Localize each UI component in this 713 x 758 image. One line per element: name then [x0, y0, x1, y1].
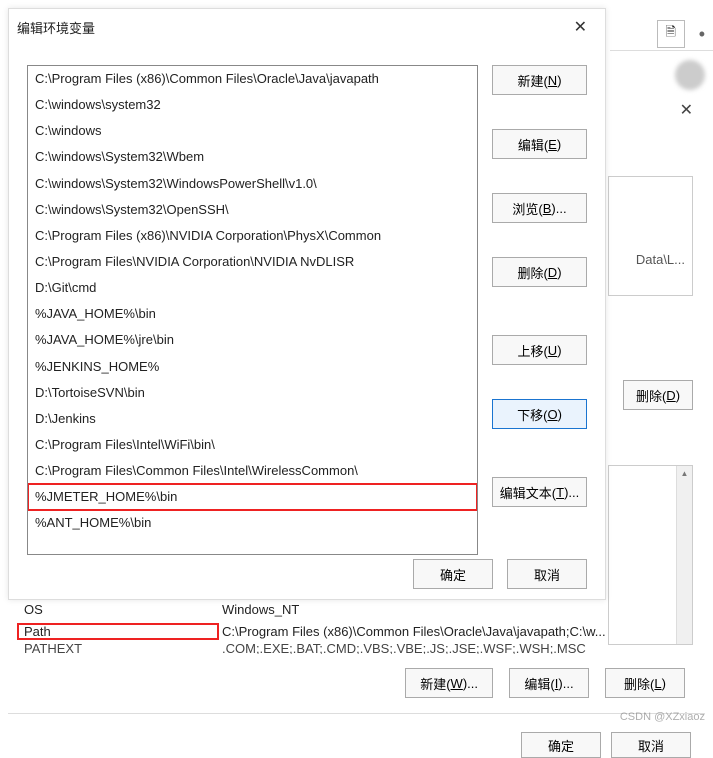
document-icon[interactable]: 🗎	[657, 20, 685, 48]
path-entry[interactable]: C:\windows\System32\Wbem	[28, 144, 477, 170]
edit-i-button[interactable]: 编辑(I)...	[509, 668, 589, 698]
var-value: .COM;.EXE;.BAT;.CMD;.VBS;.VBE;.JS;.JSE;.…	[218, 642, 691, 654]
bg-text-snippet: Data\L...	[636, 252, 685, 267]
bottom-button-row: 确定 取消	[521, 732, 691, 758]
side-buttons: 新建(N) 编辑(E) 浏览(B)... 删除(D) 上移(U) 下移(O) 编…	[492, 65, 587, 555]
bottom-divider	[8, 713, 705, 714]
delete-l-button[interactable]: 删除(L)	[605, 668, 685, 698]
bg-delete-d-button[interactable]: 删除(D)	[623, 380, 693, 410]
table-row[interactable]: PathC:\Program Files (x86)\Common Files\…	[18, 620, 691, 642]
ok-button[interactable]: 确定	[413, 559, 493, 589]
close-icon[interactable]: ✕	[568, 17, 593, 37]
scroll-up-icon[interactable]: ▲	[677, 466, 692, 482]
var-name: PATHEXT	[18, 642, 218, 654]
path-entry[interactable]: %JENKINS_HOME%	[28, 354, 477, 380]
bg-listbox-1	[608, 176, 693, 296]
dialog-title: 编辑环境变量	[17, 18, 95, 37]
path-entry[interactable]: C:\windows\System32\WindowsPowerShell\v1…	[28, 171, 477, 197]
path-entry[interactable]: C:\windows\System32\OpenSSH\	[28, 197, 477, 223]
path-entry[interactable]: %JAVA_HOME%\bin	[28, 301, 477, 327]
lower-button-row: 新建(W)... 编辑(I)... 删除(L)	[405, 668, 685, 698]
path-entry[interactable]: C:\windows\system32	[28, 92, 477, 118]
var-name: Path	[18, 624, 218, 639]
table-row[interactable]: OSWindows_NT	[18, 598, 691, 620]
edit-button[interactable]: 编辑(E)	[492, 129, 587, 159]
path-entry[interactable]: C:\Program Files\NVIDIA Corporation\NVID…	[28, 249, 477, 275]
path-entry[interactable]: C:\windows	[28, 118, 477, 144]
path-entry[interactable]: C:\Program Files\Common Files\Intel\Wire…	[28, 458, 477, 484]
env-vars-table: OSWindows_NTPathC:\Program Files (x86)\C…	[18, 598, 691, 654]
path-entry[interactable]: D:\TortoiseSVN\bin	[28, 380, 477, 406]
path-entry[interactable]: D:\Git\cmd	[28, 275, 477, 301]
bottom-ok-button[interactable]: 确定	[521, 732, 601, 758]
moveup-button[interactable]: 上移(U)	[492, 335, 587, 365]
cancel-button[interactable]: 取消	[507, 559, 587, 589]
top-divider	[610, 50, 713, 51]
new-w-button[interactable]: 新建(W)...	[405, 668, 493, 698]
browse-button[interactable]: 浏览(B)...	[492, 193, 587, 223]
var-value: Windows_NT	[218, 602, 691, 617]
more-dot[interactable]: •	[699, 24, 705, 45]
bg-close-icon[interactable]: ✕	[680, 100, 693, 120]
bottom-cancel-button[interactable]: 取消	[611, 732, 691, 758]
path-entry[interactable]: %JAVA_HOME%\jre\bin	[28, 327, 477, 353]
path-entry[interactable]: %JMETER_HOME%\bin	[28, 484, 477, 510]
new-button[interactable]: 新建(N)	[492, 65, 587, 95]
path-entry[interactable]: C:\Program Files (x86)\Common Files\Orac…	[28, 66, 477, 92]
var-name: OS	[18, 602, 218, 617]
path-entry[interactable]: %ANT_HOME%\bin	[28, 510, 477, 536]
edit-env-var-dialog: 编辑环境变量 ✕ C:\Program Files (x86)\Common F…	[8, 8, 606, 600]
path-entries-list[interactable]: C:\Program Files (x86)\Common Files\Orac…	[27, 65, 478, 555]
avatar	[675, 60, 705, 90]
watermark: CSDN @XZxiaoz	[620, 711, 705, 723]
path-entry[interactable]: D:\Jenkins	[28, 406, 477, 432]
path-entry[interactable]: C:\Program Files (x86)\NVIDIA Corporatio…	[28, 223, 477, 249]
path-entry[interactable]: C:\Program Files\Intel\WiFi\bin\	[28, 432, 477, 458]
delete-button[interactable]: 删除(D)	[492, 257, 587, 287]
movedown-button[interactable]: 下移(O)	[492, 399, 587, 429]
table-row[interactable]: PATHEXT.COM;.EXE;.BAT;.CMD;.VBS;.VBE;.JS…	[18, 642, 691, 654]
edittext-button[interactable]: 编辑文本(T)...	[492, 477, 587, 507]
doc-glyph: 🗎	[665, 23, 675, 45]
var-value: C:\Program Files (x86)\Common Files\Orac…	[218, 624, 691, 639]
